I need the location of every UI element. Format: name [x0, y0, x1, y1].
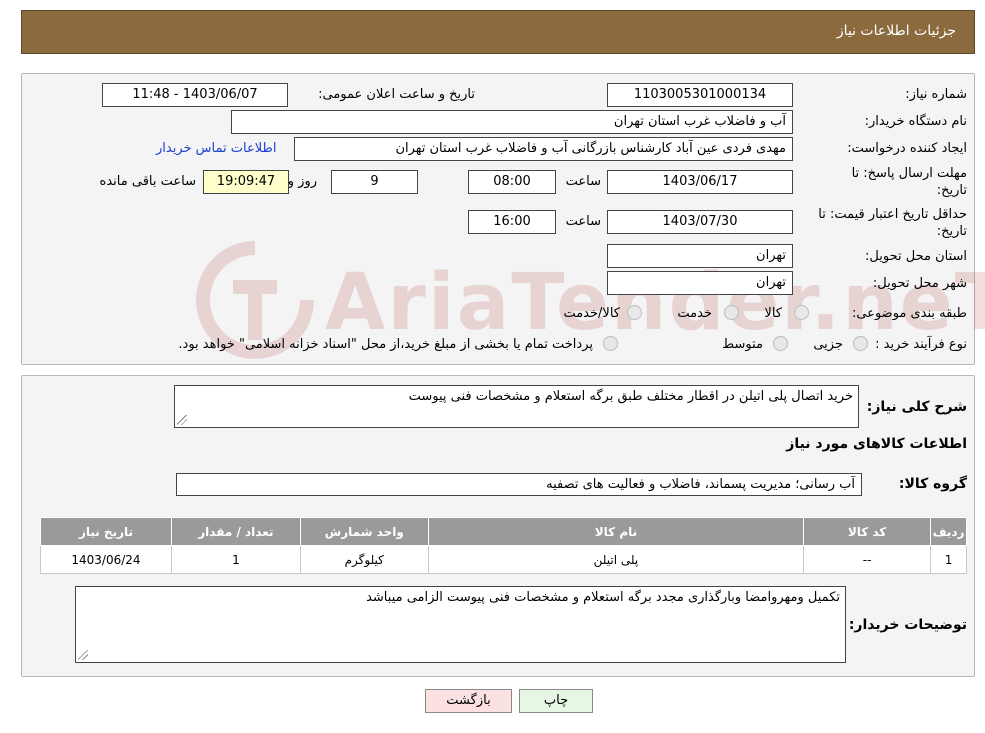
category-service-label: خدمت: [677, 306, 712, 321]
city-field: تهران: [607, 271, 793, 295]
process-type-label: نوع فرآیند خرید :: [875, 337, 967, 352]
province-label: استان محل تحویل:: [865, 249, 967, 264]
resize-grip-icon[interactable]: [78, 650, 88, 660]
announce-date-label: تاریخ و ساعت اعلان عمومی:: [318, 87, 475, 102]
process-minor-radio[interactable]: [853, 336, 868, 351]
validity-time-label: ساعت: [565, 214, 601, 229]
cell-goods-code: --: [803, 545, 932, 574]
goods-group-label: گروه کالا:: [898, 476, 967, 492]
creator-label: ایجاد کننده درخواست:: [847, 141, 967, 156]
cell-goods-name: پلی اتیلن: [427, 545, 805, 574]
col-goods-code: کد کالا: [803, 517, 932, 546]
validity-date-field: 1403/07/30: [607, 210, 793, 234]
category-goods-label: کالا: [764, 306, 782, 321]
goods-table: ردیف کد کالا نام کالا واحد شمارش تعداد /…: [40, 517, 967, 574]
remaining-time-field: 19:09:47: [203, 170, 289, 194]
deadline-date-field: 1403/06/17: [607, 170, 793, 194]
col-unit: واحد شمارش: [299, 517, 429, 546]
buyer-notes-text: تکمیل ومهروامضا وبارگذاری مجدد برگه استع…: [366, 590, 840, 605]
category-goods-radio[interactable]: [794, 305, 809, 320]
category-goods-service-label: کالا/خدمت: [563, 306, 620, 321]
col-row-number: ردیف: [930, 517, 967, 546]
resize-grip-icon[interactable]: [177, 415, 187, 425]
goods-table-header: ردیف کد کالا نام کالا واحد شمارش تعداد /…: [40, 517, 967, 546]
buyer-notes-label: توضیحات خریدار:: [848, 617, 967, 633]
category-goods-service-radio[interactable]: [627, 305, 642, 320]
table-row: 1 -- پلی اتیلن کیلوگرم 1 1403/06/24: [40, 545, 967, 574]
days-remaining-field: 9: [331, 170, 418, 194]
cell-row-number: 1: [930, 545, 967, 574]
deadline-label-line2: تاریخ:: [936, 183, 967, 198]
category-label: طبقه بندی موضوعی:: [851, 306, 967, 321]
col-need-date: تاریخ نیاز: [40, 517, 172, 546]
description-label: شرح کلی نیاز:: [866, 399, 967, 415]
buyer-contact-link[interactable]: اطلاعات تماس خریدار: [156, 141, 276, 156]
remaining-time-label: ساعت باقی مانده: [99, 174, 196, 189]
col-quantity: تعداد / مقدار: [170, 517, 301, 546]
city-label: شهر محل تحویل:: [872, 276, 967, 291]
treasury-payment-radio[interactable]: [603, 336, 618, 351]
cell-quantity: 1: [170, 545, 301, 574]
page-header: جزئیات اطلاعات نیاز: [21, 10, 975, 54]
col-goods-name: نام کالا: [427, 517, 805, 546]
creator-field: مهدی فردی عین آباد کارشناس بازرگانی آب و…: [294, 137, 793, 161]
deadline-label-line1: مهلت ارسال پاسخ: تا: [851, 166, 967, 181]
back-button[interactable]: بازگشت: [425, 689, 512, 713]
deadline-time-label: ساعت: [565, 174, 601, 189]
cell-need-date: 1403/06/24: [40, 545, 172, 574]
cell-unit: کیلوگرم: [299, 545, 429, 574]
goods-info-title: اطلاعات کالاهای مورد نیاز: [786, 436, 967, 452]
print-button[interactable]: چاپ: [519, 689, 593, 713]
buyer-org-field: آب و فاضلاب غرب استان تهران: [231, 110, 793, 134]
page-title: جزئیات اطلاعات نیاز: [836, 23, 956, 39]
process-minor-label: جزیی: [813, 337, 843, 352]
validity-time-field: 16:00: [468, 210, 556, 234]
description-textarea[interactable]: خرید اتصال پلی اتیلن در اقطار مختلف طبق …: [174, 385, 859, 428]
province-field: تهران: [607, 244, 793, 268]
deadline-time-field: 08:00: [468, 170, 556, 194]
days-label: روز و: [287, 174, 317, 189]
process-medium-radio[interactable]: [773, 336, 788, 351]
buyer-notes-textarea[interactable]: تکمیل ومهروامضا وبارگذاری مجدد برگه استع…: [75, 586, 846, 663]
validity-label-line1: حداقل تاریخ اعتبار قیمت: تا: [818, 207, 967, 222]
need-number-label: شماره نیاز:: [905, 87, 967, 102]
need-number-field: 1103005301000134: [607, 83, 793, 107]
description-text: خرید اتصال پلی اتیلن در اقطار مختلف طبق …: [408, 389, 853, 404]
treasury-payment-note: پرداخت تمام یا بخشی از مبلغ خرید،از محل …: [178, 337, 593, 352]
goods-group-field: آب رسانی؛ مدیریت پسماند، فاضلاب و فعالیت…: [176, 473, 862, 496]
category-service-radio[interactable]: [724, 305, 739, 320]
process-medium-label: متوسط: [722, 337, 763, 352]
announce-date-field: 1403/06/07 - 11:48: [102, 83, 288, 107]
validity-label-line2: تاریخ:: [936, 224, 967, 239]
buyer-org-label: نام دستگاه خریدار:: [864, 114, 967, 129]
